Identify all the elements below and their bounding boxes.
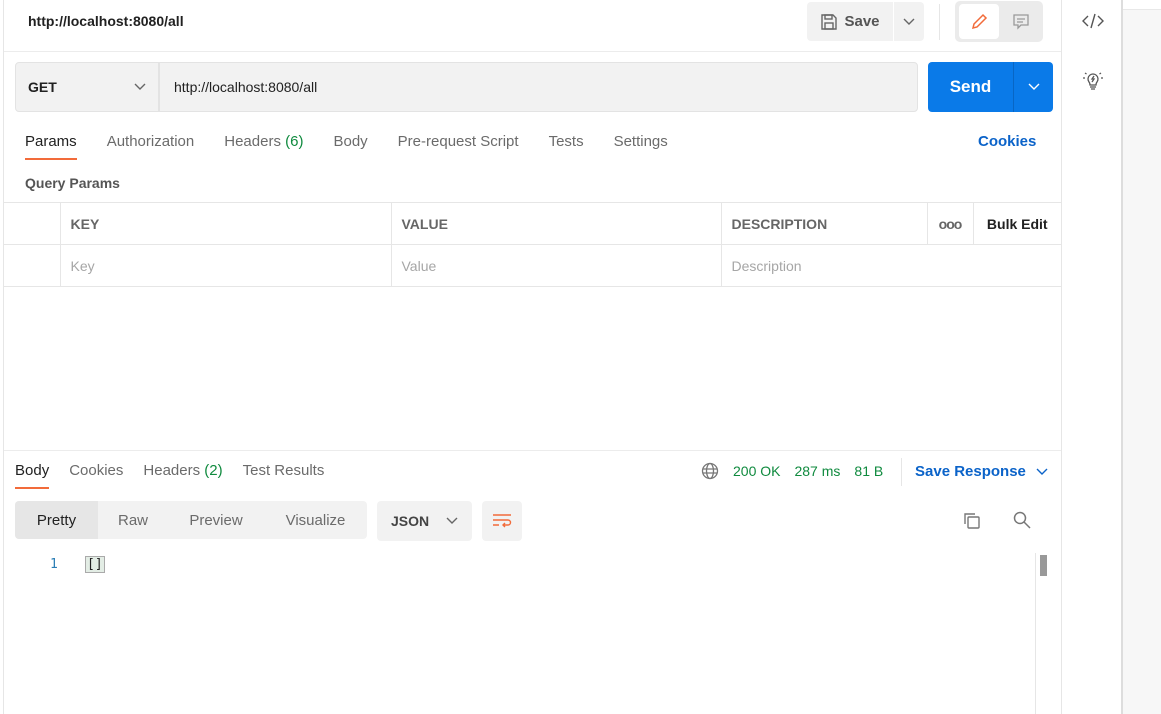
right-sidebar	[1061, 0, 1121, 714]
tab-headers[interactable]: Headers (6)	[224, 133, 303, 160]
search-icon[interactable]	[1012, 510, 1032, 530]
format-visualize[interactable]: Visualize	[264, 501, 367, 539]
bulk-edit-button[interactable]: Bulk Edit	[972, 202, 1061, 245]
save-label: Save	[844, 13, 880, 30]
status-code[interactable]: 200 OK	[733, 463, 780, 479]
method-value: GET	[28, 79, 57, 95]
response-body-code[interactable]: []	[85, 556, 105, 573]
save-response-button[interactable]: Save Response	[915, 463, 1048, 480]
wrap-icon	[493, 514, 512, 528]
code-icon[interactable]	[1082, 12, 1104, 30]
query-params-title: Query Params	[25, 175, 120, 191]
url-input[interactable]: http://localhost:8080/all	[159, 62, 918, 112]
divider	[939, 4, 940, 40]
response-size[interactable]: 81 B	[854, 463, 883, 479]
lightbulb-icon[interactable]	[1082, 69, 1104, 91]
chevron-down-icon	[903, 18, 915, 25]
save-button[interactable]: Save	[807, 2, 893, 41]
request-title: http://localhost:8080/all	[28, 13, 184, 29]
chevron-down-icon	[1036, 468, 1048, 475]
table-header-row: KEY VALUE DESCRIPTION ooo Bulk Edit	[4, 202, 1061, 245]
chevron-down-icon	[446, 517, 458, 524]
response-tab-body[interactable]: Body	[15, 462, 50, 489]
column-value: VALUE	[390, 202, 721, 245]
edit-mode-button[interactable]	[959, 4, 999, 39]
tab-pre-request-script[interactable]: Pre-request Script	[398, 133, 519, 160]
request-panel: http://localhost:8080/all Save GET http:…	[3, 0, 1062, 714]
globe-icon[interactable]	[701, 462, 719, 480]
chevron-down-icon	[1028, 83, 1039, 90]
query-params-table: KEY VALUE DESCRIPTION ooo Bulk Edit Key …	[4, 202, 1061, 287]
request-tabs: Params Authorization Headers (6) Body Pr…	[25, 133, 668, 160]
copy-icon[interactable]	[962, 511, 982, 531]
method-select[interactable]: GET	[15, 62, 159, 112]
response-tabs: Body Cookies Headers (2) Test Results	[15, 462, 324, 489]
mode-toggle	[955, 1, 1043, 42]
column-description: DESCRIPTION	[720, 202, 927, 245]
chevron-down-icon	[134, 83, 146, 90]
description-input[interactable]: Description	[720, 244, 1061, 287]
tab-authorization[interactable]: Authorization	[107, 133, 195, 160]
format-pretty[interactable]: Pretty	[15, 501, 98, 539]
format-preview[interactable]: Preview	[168, 501, 264, 539]
send-button[interactable]: Send	[928, 62, 1013, 112]
background-window	[1121, 0, 1161, 714]
response-tab-test-results[interactable]: Test Results	[243, 462, 325, 489]
line-number: 1	[50, 557, 58, 572]
comment-icon	[1013, 13, 1029, 30]
response-status: 200 OK 287 ms 81 B	[701, 462, 883, 480]
headers-count: (6)	[285, 133, 304, 150]
value-input[interactable]: Value	[390, 244, 721, 287]
tab-body[interactable]: Body	[333, 133, 367, 160]
pencil-icon	[971, 13, 988, 29]
cookies-link[interactable]: Cookies	[978, 133, 1036, 150]
response-time[interactable]: 287 ms	[794, 463, 840, 479]
key-input[interactable]: Key	[59, 244, 391, 287]
response-tab-cookies[interactable]: Cookies	[69, 462, 123, 489]
tab-tests[interactable]: Tests	[549, 133, 584, 160]
response-tab-headers[interactable]: Headers (2)	[143, 462, 222, 489]
comments-button[interactable]	[1003, 4, 1039, 39]
send-dropdown-button[interactable]	[1013, 62, 1053, 112]
table-row: Key Value Description	[4, 244, 1061, 287]
scrollbar-thumb[interactable]	[1040, 555, 1047, 576]
language-select[interactable]: JSON	[377, 501, 472, 541]
tab-params[interactable]: Params	[25, 133, 77, 160]
format-tabs: Pretty Raw Preview Visualize	[15, 501, 367, 539]
save-dropdown-button[interactable]	[894, 2, 924, 41]
save-icon	[821, 13, 838, 30]
wrap-lines-button[interactable]	[482, 501, 522, 541]
column-key: KEY	[59, 202, 391, 245]
more-options-button[interactable]: ooo	[926, 202, 973, 245]
tab-settings[interactable]: Settings	[614, 133, 668, 160]
format-raw[interactable]: Raw	[98, 501, 168, 539]
